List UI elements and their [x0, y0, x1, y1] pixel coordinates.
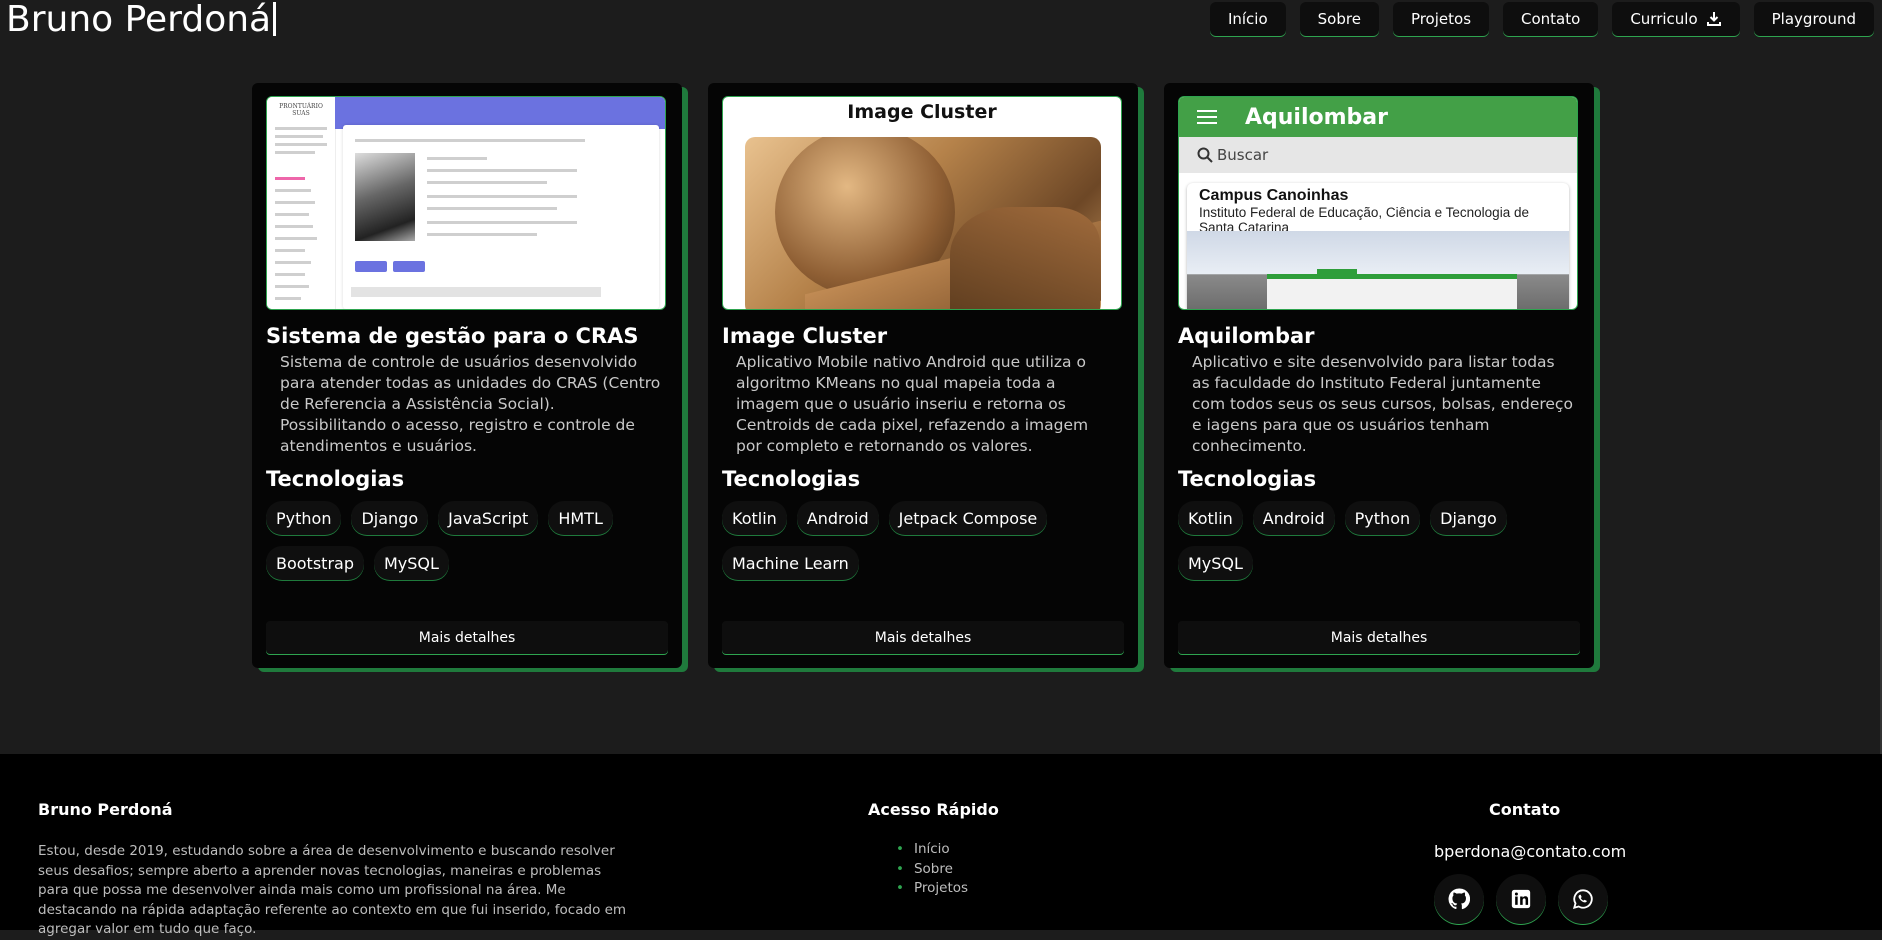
- quick-access-heading: Acesso Rápido: [868, 800, 999, 819]
- tech-chip: Python: [1344, 501, 1421, 535]
- github-icon: [1448, 888, 1470, 910]
- sisyphus-image: [745, 137, 1101, 309]
- tech-chip: Android: [1252, 501, 1335, 535]
- nav-curriculo-button[interactable]: Curriculo: [1612, 2, 1740, 36]
- linkedin-button[interactable]: [1496, 874, 1546, 924]
- download-icon: [1706, 12, 1721, 26]
- footer-name: Bruno Perdoná: [38, 800, 173, 819]
- contact-email[interactable]: bperdona@contato.com: [1434, 842, 1626, 861]
- tech-chip: Django: [351, 501, 429, 535]
- brand-name: Bruno Perdoná: [6, 0, 272, 40]
- tech-chip: MySQL: [1178, 546, 1253, 580]
- tech-chip: Django: [1430, 501, 1507, 535]
- tech-chip: JavaScript: [438, 501, 539, 535]
- technologies-heading: Tecnologias: [722, 467, 861, 491]
- technologies-heading: Tecnologias: [266, 467, 405, 491]
- project-card-image-cluster: Image Cluster Image Cluster Aplicativo M…: [708, 83, 1138, 668]
- tech-list: Kotlin Android Jetpack Compose Machine L…: [722, 501, 1124, 580]
- tech-chip: MySQL: [373, 546, 449, 580]
- nav-sobre-label: Sobre: [1317, 10, 1361, 28]
- main-nav: Início Sobre Projetos Contato Curriculo …: [1209, 2, 1874, 36]
- project-title: Aquilombar: [1178, 324, 1315, 348]
- tech-chip: Machine Learn: [722, 546, 859, 580]
- footer-about: Estou, desde 2019, estudando sobre a áre…: [38, 843, 627, 937]
- nav-inicio-button[interactable]: Início: [1209, 2, 1286, 36]
- linkedin-icon: [1511, 889, 1531, 909]
- site-brand: Bruno Perdoná: [6, 0, 277, 40]
- menu-icon: [1197, 110, 1217, 124]
- details-button[interactable]: Mais detalhes: [266, 621, 668, 654]
- whatsapp-icon: [1572, 889, 1593, 910]
- nav-playground-button[interactable]: Playground: [1753, 2, 1874, 36]
- quick-link-sobre[interactable]: Sobre: [896, 860, 968, 880]
- typing-cursor: [273, 2, 277, 36]
- details-button[interactable]: Mais detalhes: [1178, 621, 1580, 654]
- site-footer: Bruno Perdoná Estou, desde 2019, estudan…: [0, 754, 1882, 937]
- whatsapp-button[interactable]: [1558, 874, 1608, 924]
- tech-chip: Python: [266, 501, 342, 535]
- project-card-aquilombar: Aquilombar Buscar Campus Canoinhas Insti…: [1164, 83, 1594, 668]
- tech-list: Kotlin Android Python Django MySQL: [1178, 501, 1580, 580]
- tech-list: Python Django JavaScript HMTL Bootstrap …: [266, 501, 668, 580]
- technologies-heading: Tecnologias: [1178, 467, 1317, 491]
- contact-heading: Contato: [1489, 800, 1561, 819]
- nav-sobre-button[interactable]: Sobre: [1299, 2, 1379, 36]
- nav-inicio-label: Início: [1227, 10, 1268, 28]
- tech-chip: Kotlin: [1178, 501, 1243, 535]
- tech-chip: Jetpack Compose: [888, 501, 1048, 535]
- nav-contato-label: Contato: [1521, 10, 1581, 28]
- tech-chip: HMTL: [548, 501, 613, 535]
- project-description: Aplicativo e site desenvolvido para list…: [1192, 353, 1573, 455]
- nav-curriculo-label: Curriculo: [1630, 10, 1698, 28]
- cras-sidebar: PRONTUÁRIO SUAS: [267, 97, 336, 309]
- project-thumbnail-aquilombar[interactable]: Aquilombar Buscar Campus Canoinhas Insti…: [1178, 96, 1578, 310]
- campus-card: Campus Canoinhas Instituto Federal de Ed…: [1187, 183, 1569, 309]
- campus-photo: [1187, 231, 1569, 309]
- aquilombar-search-placeholder: Buscar: [1217, 146, 1269, 164]
- cras-side-title: PRONTUÁRIO SUAS: [279, 103, 323, 117]
- quick-link-projetos[interactable]: Projetos: [896, 879, 968, 899]
- quick-links: Início Sobre Projetos: [896, 840, 968, 899]
- project-title: Image Cluster: [722, 324, 888, 348]
- project-card-cras: PRONTUÁRIO SUAS Sistema de gestão para o…: [252, 83, 682, 668]
- tech-chip: Bootstrap: [266, 546, 364, 580]
- project-thumbnail-image-cluster[interactable]: Image Cluster: [722, 96, 1122, 310]
- projects-grid: PRONTUÁRIO SUAS Sistema de gestão para o…: [252, 83, 1594, 668]
- nav-projetos-button[interactable]: Projetos: [1392, 2, 1490, 36]
- social-links: [1434, 874, 1608, 924]
- nav-playground-label: Playground: [1771, 10, 1856, 28]
- image-cluster-header: Image Cluster: [847, 101, 997, 123]
- cras-panel: [343, 125, 659, 309]
- project-description: Aplicativo Mobile nativo Android que uti…: [736, 353, 1089, 455]
- search-icon: [1197, 147, 1213, 163]
- tech-chip: Kotlin: [722, 501, 787, 535]
- user-photo: [355, 153, 415, 241]
- project-description: Sistema de controle de usuários desenvol…: [280, 353, 661, 455]
- aquilombar-appbar: Aquilombar: [1179, 97, 1577, 137]
- project-thumbnail-cras[interactable]: PRONTUÁRIO SUAS: [266, 96, 666, 310]
- github-button[interactable]: [1434, 874, 1484, 924]
- details-button[interactable]: Mais detalhes: [722, 621, 1124, 654]
- aquilombar-app-title: Aquilombar: [1245, 104, 1388, 130]
- tech-chip: Android: [796, 501, 879, 535]
- nav-contato-button[interactable]: Contato: [1503, 2, 1599, 36]
- project-title: Sistema de gestão para o CRAS: [266, 324, 639, 348]
- nav-projetos-label: Projetos: [1410, 10, 1472, 28]
- quick-link-inicio[interactable]: Início: [896, 840, 968, 860]
- campus-name: Campus Canoinhas: [1199, 187, 1349, 204]
- aquilombar-search: Buscar: [1179, 137, 1577, 173]
